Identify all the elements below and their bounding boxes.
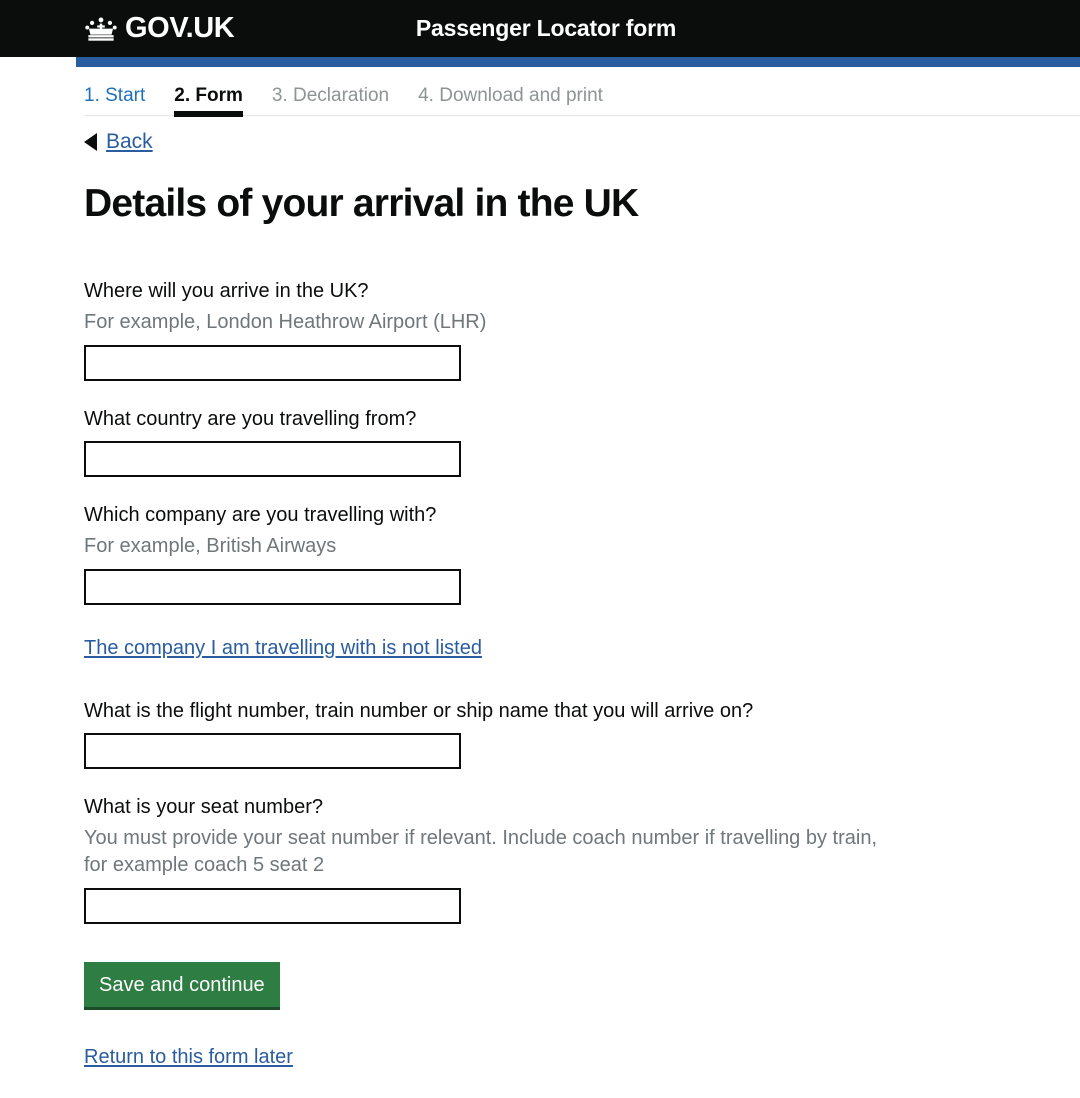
crown-icon [84, 16, 118, 42]
seat-number-hint: You must provide your seat number if rel… [84, 826, 878, 876]
page-content: 1. Start 2. Form 3. Declaration 4. Downl… [0, 67, 1080, 1069]
govuk-home-link[interactable]: GOV.UK [84, 12, 235, 44]
step-3-declaration: 3. Declaration [271, 85, 390, 106]
transport-number-label: What is the flight number, train number … [84, 699, 754, 722]
field-group-arrival-point: Where will you arrive in the UK? For exa… [84, 278, 1080, 381]
step-4-download-and-print: 4. Download and print [418, 85, 603, 106]
back-link-label: Back [106, 130, 153, 153]
country-from-label: What country are you travelling from? [84, 407, 417, 430]
field-group-travel-company: Which company are you travelling with? F… [84, 502, 1080, 605]
save-and-continue-button[interactable]: Save and continue [84, 961, 280, 1010]
header-accent-bar [76, 57, 1080, 67]
seat-number-input[interactable] [84, 887, 461, 924]
field-group-seat-number: What is your seat number? You must provi… [84, 794, 1080, 924]
header-accent-bar-wrapper [0, 57, 1080, 67]
travel-company-label: Which company are you travelling with? [84, 503, 437, 526]
company-not-listed-link[interactable]: The company I am travelling with is not … [84, 637, 482, 660]
travel-company-input[interactable] [84, 568, 461, 605]
country-from-input[interactable] [84, 440, 461, 477]
step-1-start[interactable]: 1. Start [84, 86, 145, 115]
govuk-brand-text: GOV.UK [125, 12, 235, 44]
field-group-transport-number: What is the flight number, train number … [84, 698, 1080, 769]
step-navigation: 1. Start 2. Form 3. Declaration 4. Downl… [84, 67, 1080, 117]
step-2-form[interactable]: 2. Form [174, 86, 243, 117]
return-later-row: Return to this form later [84, 1046, 1080, 1069]
arrival-details-form: Where will you arrive in the UK? For exa… [84, 278, 1080, 1069]
return-to-form-later-link[interactable]: Return to this form later [84, 1046, 293, 1069]
page-title: Details of your arrival in the UK [84, 182, 639, 225]
site-header: GOV.UK Passenger Locator form [0, 0, 1080, 57]
field-group-country-from: What country are you travelling from? [84, 406, 1080, 477]
travel-company-hint: For example, British Airways [84, 534, 337, 557]
arrival-point-label: Where will you arrive in the UK? [84, 279, 369, 302]
back-link[interactable]: Back [84, 130, 153, 154]
transport-number-input[interactable] [84, 732, 461, 769]
arrival-point-input[interactable] [84, 344, 461, 381]
seat-number-label: What is your seat number? [84, 795, 323, 818]
arrival-point-hint: For example, London Heathrow Airport (LH… [84, 310, 487, 333]
arrow-left-icon [84, 133, 97, 151]
